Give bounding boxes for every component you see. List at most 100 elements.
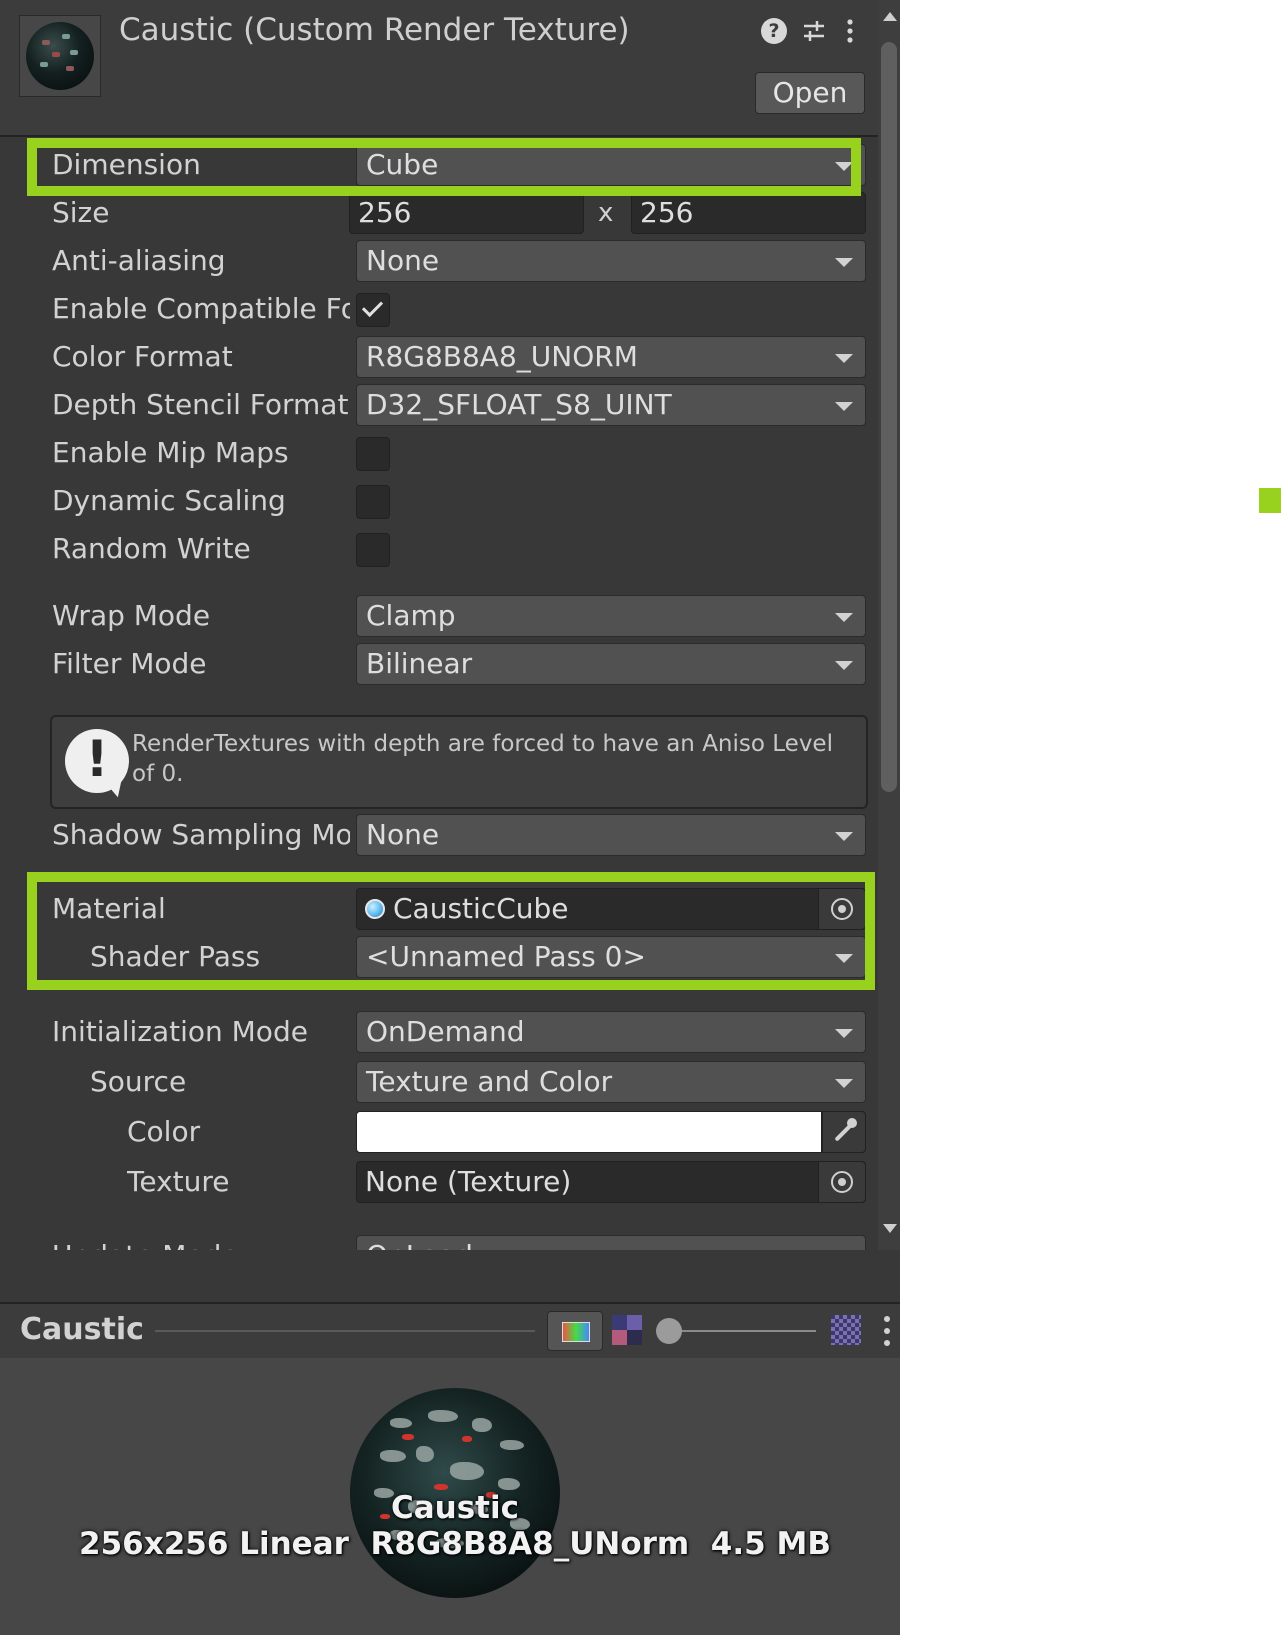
preview-toolbar: Caustic bbox=[0, 1302, 900, 1360]
shadow-sampling-mode-label: Shadow Sampling Mo bbox=[52, 818, 350, 851]
inspector-scrollbar[interactable] bbox=[878, 0, 900, 1250]
random-write-checkbox[interactable] bbox=[356, 533, 390, 567]
kebab-menu-icon[interactable] bbox=[837, 18, 863, 44]
preview-asset-name: Caustic bbox=[390, 1490, 519, 1526]
enable-compatible-format-row: Enable Compatible Fo bbox=[0, 285, 878, 333]
anti-aliasing-label: Anti-aliasing bbox=[52, 244, 226, 277]
mip-level-slider-track[interactable] bbox=[668, 1330, 816, 1332]
mip-level-slider-knob[interactable] bbox=[656, 1318, 682, 1344]
initialization-mode-dropdown[interactable]: OnDemand bbox=[356, 1011, 866, 1053]
dimension-row: Dimension Cube bbox=[0, 141, 878, 189]
anti-aliasing-dropdown[interactable]: None bbox=[356, 240, 866, 282]
shadow-sampling-mode-row: Shadow Sampling Mo None bbox=[0, 811, 878, 859]
preview-kebab-menu-icon[interactable] bbox=[884, 1316, 890, 1346]
depth-stencil-format-label: Depth Stencil Format bbox=[52, 388, 349, 421]
filter-mode-label: Filter Mode bbox=[52, 647, 207, 680]
filter-mode-row: Filter Mode Bilinear bbox=[0, 640, 878, 688]
highlight-marker bbox=[1259, 488, 1281, 513]
source-dropdown[interactable]: Texture and Color bbox=[356, 1061, 866, 1103]
enable-mip-maps-checkbox[interactable] bbox=[356, 437, 390, 471]
material-row: Material CausticCube bbox=[0, 885, 878, 933]
aniso-warning-helpbox: RenderTextures with depth are forced to … bbox=[50, 715, 868, 809]
filter-mode-dropdown[interactable]: Bilinear bbox=[356, 643, 866, 685]
chevron-down-icon bbox=[835, 402, 853, 411]
color-format-dropdown[interactable]: R8G8B8A8_UNORM bbox=[356, 336, 866, 378]
size-width-field[interactable]: 256 bbox=[349, 192, 584, 234]
depth-stencil-format-row: Depth Stencil Format D32_SFLOAT_S8_UINT bbox=[0, 381, 878, 429]
color-swatch[interactable] bbox=[356, 1111, 822, 1153]
color-format-label: Color Format bbox=[52, 340, 233, 373]
shader-pass-row: Shader Pass <Unnamed Pass 0> bbox=[0, 933, 878, 981]
initialization-mode-row: Initialization Mode OnDemand bbox=[0, 1008, 878, 1056]
preview-divider bbox=[155, 1330, 535, 1332]
chevron-down-icon bbox=[835, 832, 853, 841]
object-picker-button[interactable] bbox=[818, 889, 865, 929]
mip-level-low-icon bbox=[612, 1315, 642, 1345]
shader-pass-label: Shader Pass bbox=[90, 940, 261, 973]
enable-compatible-format-checkbox[interactable] bbox=[356, 293, 390, 327]
eyedropper-icon[interactable] bbox=[822, 1111, 866, 1153]
mip-level-high-icon bbox=[831, 1315, 861, 1345]
size-row: Size 256 x 256 bbox=[0, 189, 878, 237]
object-picker-icon bbox=[831, 898, 853, 920]
aniso-warning-text: RenderTextures with depth are forced to … bbox=[132, 731, 833, 787]
dynamic-scaling-checkbox[interactable] bbox=[356, 485, 390, 519]
help-icon[interactable]: ? bbox=[761, 18, 787, 44]
object-picker-icon bbox=[831, 1171, 853, 1193]
texture-row: Texture None (Texture) bbox=[0, 1158, 878, 1206]
inspector-content: Dimension Cube Size 256 x 256 Anti-alias… bbox=[0, 137, 878, 997]
chevron-down-icon bbox=[835, 1079, 853, 1088]
source-row: Source Texture and Color bbox=[0, 1058, 878, 1106]
source-label: Source bbox=[90, 1065, 187, 1098]
preview-asset-info: 256x256 Linear R8G8B8A8_UNorm 4.5 MB bbox=[79, 1526, 831, 1562]
preset-sliders-icon[interactable] bbox=[801, 18, 827, 44]
enable-mip-maps-label: Enable Mip Maps bbox=[52, 436, 289, 469]
chevron-down-icon bbox=[835, 162, 853, 171]
color-label: Color bbox=[127, 1115, 201, 1148]
chevron-down-icon bbox=[835, 954, 853, 963]
chevron-down-icon bbox=[835, 258, 853, 267]
enable-compatible-format-label: Enable Compatible Fo bbox=[52, 292, 350, 325]
rgb-channel-button[interactable] bbox=[547, 1311, 603, 1351]
random-write-row: Random Write bbox=[0, 525, 878, 573]
size-separator: x bbox=[598, 198, 614, 228]
shadow-sampling-mode-dropdown[interactable]: None bbox=[356, 814, 866, 856]
wrap-mode-dropdown[interactable]: Clamp bbox=[356, 595, 866, 637]
random-write-label: Random Write bbox=[52, 532, 251, 565]
dynamic-scaling-row: Dynamic Scaling bbox=[0, 477, 878, 525]
initialization-mode-label: Initialization Mode bbox=[52, 1015, 308, 1048]
depth-stencil-format-dropdown[interactable]: D32_SFLOAT_S8_UINT bbox=[356, 384, 866, 426]
color-row: Color bbox=[0, 1108, 878, 1156]
shader-pass-dropdown[interactable]: <Unnamed Pass 0> bbox=[356, 936, 866, 978]
update-mode-row: Update Mode OnLoad bbox=[0, 1232, 878, 1250]
chevron-down-icon bbox=[835, 613, 853, 622]
scroll-down-icon[interactable] bbox=[883, 1224, 897, 1233]
size-height-field[interactable]: 256 bbox=[631, 192, 866, 234]
wrap-mode-row: Wrap Mode Clamp bbox=[0, 592, 878, 640]
inspector-header: Caustic (Custom Render Texture) ? Open bbox=[0, 0, 878, 137]
update-mode-label: Update Mode bbox=[52, 1238, 350, 1250]
dimension-label: Dimension bbox=[52, 148, 201, 181]
chevron-down-icon bbox=[835, 661, 853, 670]
material-field[interactable]: CausticCube bbox=[356, 888, 866, 930]
texture-field[interactable]: None (Texture) bbox=[356, 1161, 866, 1203]
update-mode-dropdown[interactable]: OnLoad bbox=[356, 1235, 866, 1250]
preview-area: Caustic 256x256 Linear R8G8B8A8_UNorm 4.… bbox=[0, 1358, 900, 1635]
wrap-mode-label: Wrap Mode bbox=[52, 599, 211, 632]
scroll-up-icon[interactable] bbox=[883, 12, 897, 21]
enable-mip-maps-row: Enable Mip Maps bbox=[0, 429, 878, 477]
color-format-row: Color Format R8G8B8A8_UNORM bbox=[0, 333, 878, 381]
material-label: Material bbox=[52, 892, 166, 925]
dimension-dropdown[interactable]: Cube bbox=[356, 144, 866, 186]
open-button[interactable]: Open bbox=[755, 72, 865, 114]
chevron-down-icon bbox=[835, 1029, 853, 1038]
texture-label: Texture bbox=[127, 1165, 230, 1198]
chevron-down-icon bbox=[835, 354, 853, 363]
size-label: Size bbox=[52, 196, 110, 229]
asset-thumbnail bbox=[19, 15, 101, 97]
inspector-title: Caustic (Custom Render Texture) bbox=[119, 12, 630, 48]
dynamic-scaling-label: Dynamic Scaling bbox=[52, 484, 286, 517]
object-picker-button[interactable] bbox=[818, 1162, 865, 1202]
warning-icon bbox=[65, 729, 129, 793]
scroll-thumb[interactable] bbox=[881, 42, 897, 792]
